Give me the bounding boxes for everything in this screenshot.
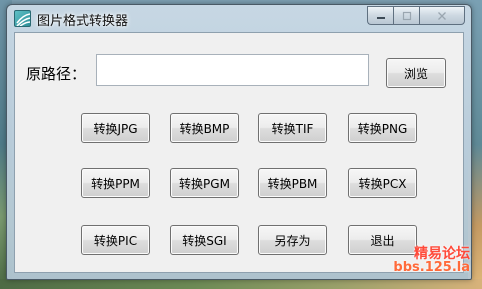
app-window: 图片格式转换器 原路径： 浏览 转换JPG 转换BMP 转换TIF 转换PNG … [6, 4, 472, 280]
source-path-input[interactable] [96, 54, 369, 86]
maximize-icon [402, 11, 411, 20]
minimize-icon [376, 16, 385, 19]
window-title: 图片格式转换器 [37, 14, 129, 29]
source-path-label: 原路径： [26, 65, 87, 83]
save-as-button[interactable]: 另存为 [258, 225, 327, 255]
close-button[interactable] [419, 6, 465, 25]
convert-ppm-button[interactable]: 转换PPM [81, 168, 150, 198]
close-icon [438, 11, 446, 20]
watermark-url: bbs.125.la [393, 260, 470, 276]
desktop-background-bottom [0, 279, 482, 289]
forum-watermark: 精易论坛 bbs.125.la [393, 246, 470, 276]
convert-pic-button[interactable]: 转换PIC [81, 225, 150, 255]
title-bar[interactable]: 图片格式转换器 [7, 5, 471, 31]
convert-png-button[interactable]: 转换PNG [348, 113, 417, 143]
browse-button[interactable]: 浏览 [386, 58, 446, 88]
minimize-button[interactable] [367, 6, 393, 25]
convert-pgm-button[interactable]: 转换PGM [170, 168, 239, 198]
convert-pbm-button[interactable]: 转换PBM [258, 168, 327, 198]
convert-sgi-button[interactable]: 转换SGI [170, 225, 239, 255]
convert-jpg-button[interactable]: 转换JPG [81, 113, 150, 143]
convert-pcx-button[interactable]: 转换PCX [348, 168, 417, 198]
app-logo-icon [14, 10, 31, 27]
convert-tif-button[interactable]: 转换TIF [258, 113, 327, 143]
client-area: 原路径： 浏览 转换JPG 转换BMP 转换TIF 转换PNG 转换PPM 转换… [14, 32, 464, 273]
maximize-button[interactable] [393, 6, 419, 25]
convert-bmp-button[interactable]: 转换BMP [170, 113, 239, 143]
caption-buttons [367, 6, 465, 25]
